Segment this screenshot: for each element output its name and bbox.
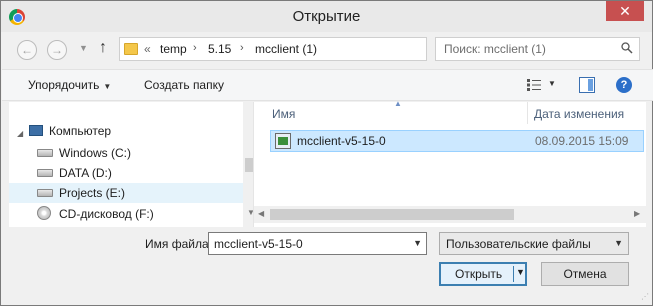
scrollbar-thumb[interactable] xyxy=(270,209,514,220)
column-header-name[interactable]: Имя xyxy=(272,107,295,121)
navigation-bar: ← → ▼ ↑ « temp › 5.15 › mcclient (1) ▾ ⟳… xyxy=(7,33,646,67)
breadcrumb-item[interactable]: temp xyxy=(160,42,187,56)
drive-icon xyxy=(37,149,53,157)
nav-item-drive-f[interactable]: CD-дисковод (F:) xyxy=(37,204,154,224)
organize-button[interactable]: Упорядочить ▼ xyxy=(28,78,111,92)
drive-icon xyxy=(37,189,53,197)
expand-arrow-icon[interactable]: ◢ xyxy=(17,129,23,138)
column-divider[interactable] xyxy=(527,102,528,124)
window-title: Открытие xyxy=(292,8,361,25)
recent-locations-button[interactable]: ▼ xyxy=(79,43,88,53)
open-dropdown-icon[interactable]: ▼ xyxy=(516,267,525,277)
nav-item-label: DATA (D:) xyxy=(59,166,112,180)
cancel-button[interactable]: Отмена xyxy=(541,262,629,286)
file-date: 08.09.2015 15:09 xyxy=(535,134,629,148)
file-type-select[interactable]: Пользовательские файлы ▼ xyxy=(439,232,629,255)
chevron-down-icon[interactable]: ▼ xyxy=(413,238,422,248)
nav-item-label: Компьютер xyxy=(49,124,112,138)
search-input[interactable]: Поиск: mcclient (1) xyxy=(435,37,640,61)
resize-grip-icon[interactable]: ⋰ xyxy=(641,292,649,301)
split-divider xyxy=(513,266,514,282)
nav-item-label: CD-дисковод (F:) xyxy=(59,207,154,221)
nav-item-drive-d[interactable]: DATA (D:) xyxy=(37,163,112,183)
nav-item-drive-e[interactable]: Projects (E:) xyxy=(9,183,243,203)
scroll-right-arrow-icon[interactable]: ▶ xyxy=(634,209,640,218)
open-button[interactable]: Открыть ▼ xyxy=(439,262,527,286)
sort-arrow-icon: ▲ xyxy=(394,99,402,108)
filename-label: Имя файла: xyxy=(145,237,212,251)
organize-label: Упорядочить xyxy=(28,78,100,92)
file-row[interactable]: mcclient-v5-15-0 08.09.2015 15:09 xyxy=(270,130,644,152)
address-bar[interactable]: « temp › 5.15 › mcclient (1) ▾ ⟳ xyxy=(119,37,532,61)
column-header-date[interactable]: Дата изменения xyxy=(534,107,624,121)
search-placeholder: Поиск: mcclient (1) xyxy=(444,42,546,56)
executable-icon xyxy=(275,133,291,149)
nav-item-computer[interactable]: Компьютер xyxy=(29,121,111,141)
new-folder-button[interactable]: Создать папку xyxy=(144,78,224,92)
preview-pane-icon[interactable] xyxy=(579,77,595,93)
breadcrumb-separator[interactable]: › xyxy=(193,42,197,54)
close-button[interactable]: ✕ xyxy=(606,1,644,21)
nav-item-label: Projects (E:) xyxy=(59,186,126,200)
help-icon[interactable]: ? xyxy=(616,77,632,93)
forward-button[interactable]: → xyxy=(47,40,67,60)
breadcrumb-overflow[interactable]: « xyxy=(144,42,151,56)
horizontal-scrollbar[interactable]: ◀ ▶ xyxy=(254,206,647,223)
chevron-down-icon: ▼ xyxy=(614,238,623,248)
nav-item-drive-c[interactable]: Windows (C:) xyxy=(37,143,131,163)
disc-icon xyxy=(37,206,51,220)
drive-icon xyxy=(37,169,53,177)
open-label: Открыть xyxy=(455,267,503,281)
view-dropdown-icon[interactable]: ▼ xyxy=(548,79,556,88)
title-bar[interactable]: Открытие ✕ xyxy=(1,1,652,32)
command-bar: Упорядочить ▼ Создать папку ▼ ? xyxy=(2,69,653,101)
nav-item-label: Windows (C:) xyxy=(59,146,132,160)
breadcrumb-item[interactable]: 5.15 xyxy=(208,42,231,56)
file-list: ▲ Имя Дата изменения mcclient-v5-15-0 08… xyxy=(253,99,647,227)
folder-icon xyxy=(124,43,138,55)
view-options-icon[interactable] xyxy=(527,79,541,91)
navigation-pane: ◢ Компьютер Windows (C:) DATA (D:) Proje… xyxy=(9,102,259,227)
file-type-value: Пользовательские файлы xyxy=(446,237,591,251)
back-button[interactable]: ← xyxy=(17,40,37,60)
breadcrumb-separator[interactable]: › xyxy=(240,42,244,54)
chevron-down-icon: ▼ xyxy=(103,82,112,91)
open-file-dialog: Открытие ✕ ← → ▼ ↑ « temp › 5.15 › mccli… xyxy=(0,0,653,306)
search-icon[interactable] xyxy=(621,42,633,54)
scroll-left-arrow-icon[interactable]: ◀ xyxy=(258,209,264,218)
filename-value: mcclient-v5-15-0 xyxy=(214,237,303,251)
file-name: mcclient-v5-15-0 xyxy=(297,134,386,148)
up-button[interactable]: ↑ xyxy=(99,39,107,57)
filename-input[interactable]: mcclient-v5-15-0 ▼ xyxy=(208,232,427,255)
computer-icon xyxy=(29,125,43,136)
breadcrumb-item[interactable]: mcclient (1) xyxy=(255,42,317,56)
